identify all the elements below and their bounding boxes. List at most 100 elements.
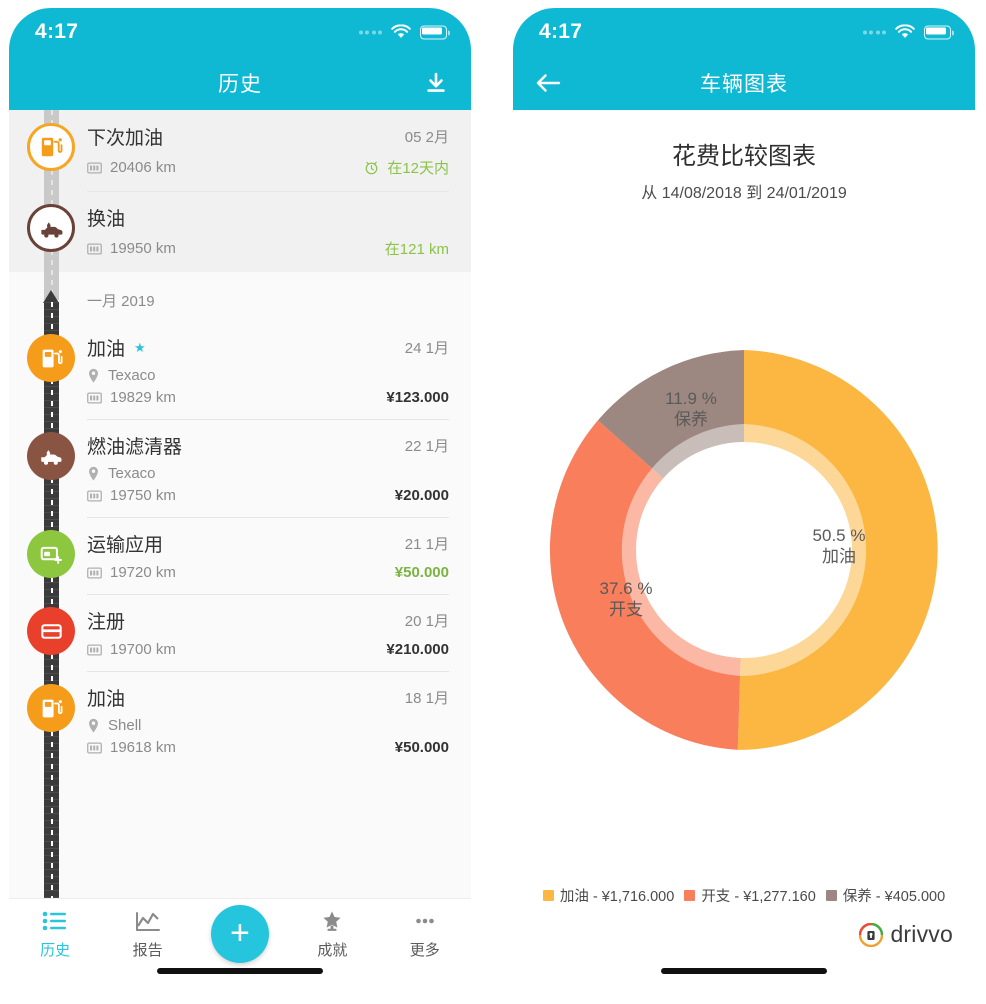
chart-subtitle: 从 14/08/2018 到 24/01/2019 xyxy=(641,185,847,202)
odometer-info: 19720 km xyxy=(87,564,176,581)
odometer-icon xyxy=(87,391,102,404)
slice-label-percent-maintenance: 11.9 % xyxy=(665,389,717,408)
plus-icon[interactable]: + xyxy=(210,905,269,963)
donut-hole xyxy=(636,442,852,658)
list-item-date: 05 2月 xyxy=(404,129,449,146)
entry-amount: ¥210.000 xyxy=(386,641,449,658)
list-item-title: 注册 xyxy=(87,612,126,633)
list-item-title: 换油 xyxy=(87,209,126,230)
list-item-date: 20 1月 xyxy=(404,613,449,630)
odometer-icon xyxy=(87,643,102,656)
list-item-title: 加油 xyxy=(87,689,126,710)
list-item-date: 24 1月 xyxy=(404,340,449,357)
odometer-info: 19950 km xyxy=(87,240,176,257)
chart-title: 花费比较图表 xyxy=(672,143,816,170)
arrow-left-icon[interactable] xyxy=(531,66,565,100)
place-info: Texaco xyxy=(87,367,156,384)
list-item[interactable]: 运输应用 21 1月 19720 km ¥50.000 xyxy=(9,517,471,594)
nav-item-achievements[interactable]: 成就 xyxy=(290,910,374,960)
fuel-pump-icon xyxy=(27,123,75,171)
nav-item-reports[interactable]: 报告 xyxy=(106,910,190,960)
slice-label-percent-fuel: 50.5 % xyxy=(813,526,866,545)
brand-name: drivvo xyxy=(890,921,953,947)
list-item-title: 下次加油 xyxy=(87,128,164,149)
odometer-info: 19618 km xyxy=(87,739,176,756)
list-item-date: 18 1月 xyxy=(404,690,449,707)
screenshot-stage: 4:17 历史 下次加油 05 2月 20406 km 在12天内 换油 199… xyxy=(0,0,986,1004)
location-pin-icon xyxy=(89,368,98,383)
status-indicators xyxy=(358,24,451,40)
row-divider xyxy=(87,419,449,420)
nav-label: 历史 xyxy=(40,942,71,959)
more-dots-icon xyxy=(415,918,434,924)
chart-legend: 加油 - ¥1,716.000 开支 - ¥1,277.160 保养 - ¥40… xyxy=(527,885,961,906)
list-item-title: 加油 ★ xyxy=(87,334,146,361)
page-title: 车辆图表 xyxy=(700,73,788,96)
slice-label-name-expense: 开支 xyxy=(609,600,643,619)
signal-dots-icon xyxy=(358,30,382,34)
download-icon[interactable] xyxy=(419,66,453,100)
status-time: 4:17 xyxy=(539,20,583,43)
chart-line-icon xyxy=(135,912,160,931)
legend-swatch-maintenance xyxy=(825,890,837,901)
odometer-icon xyxy=(87,161,102,174)
odometer-info: 19700 km xyxy=(87,641,176,658)
registration-card-icon xyxy=(27,607,75,655)
list-item[interactable]: 加油 ★ 24 1月 Texaco 19829 km ¥123.000 xyxy=(9,321,471,419)
place-info: Texaco xyxy=(87,465,156,482)
upcoming-reminders-block: 下次加油 05 2月 20406 km 在12天内 换油 19950 km 在1… xyxy=(9,110,471,272)
list-item[interactable]: 注册 20 1月 19700 km ¥210.000 xyxy=(9,594,471,671)
legend-swatch-fuel xyxy=(542,890,554,901)
legend-label: 加油 - ¥1,716.000 xyxy=(559,889,675,905)
history-screen-body: 下次加油 05 2月 20406 km 在12天内 换油 19950 km 在1… xyxy=(9,110,471,988)
nav-item-history[interactable]: 历史 xyxy=(13,910,97,960)
phone-left-history: 4:17 历史 下次加油 05 2月 20406 km 在12天内 换油 199… xyxy=(9,8,471,988)
entry-amount: ¥50.000 xyxy=(394,564,449,581)
location-pin-icon xyxy=(89,718,98,733)
place-name: Texaco xyxy=(108,367,156,384)
fuel-pump-icon xyxy=(27,334,75,382)
odometer-value: 19700 km xyxy=(110,641,176,658)
status-bar-left: 4:17 xyxy=(9,8,471,56)
nav-item-more[interactable]: 更多 xyxy=(383,910,467,960)
donut-chart-svg: 50.5 % 加油 37.6 % 开支 11.9 % 保养 xyxy=(549,350,938,750)
wifi-icon xyxy=(895,24,915,40)
history-list[interactable]: 下次加油 05 2月 20406 km 在12天内 换油 19950 km 在1… xyxy=(9,110,471,922)
row-divider xyxy=(87,517,449,518)
list-item-date: 21 1月 xyxy=(404,536,449,553)
fuel-pump-icon xyxy=(27,684,75,732)
status-indicators xyxy=(862,24,955,40)
odometer-icon xyxy=(87,741,102,754)
slice-label-name-maintenance: 保养 xyxy=(674,410,708,429)
list-item[interactable]: 下次加油 05 2月 20406 km 在12天内 xyxy=(9,110,471,191)
star-icon: ★ xyxy=(134,339,146,355)
reminder-status: 在12天内 xyxy=(364,157,449,178)
list-item-title: 燃油滤清器 xyxy=(87,437,183,458)
odometer-info: 19750 km xyxy=(87,487,176,504)
add-entry-button[interactable]: + xyxy=(198,905,282,968)
list-item[interactable]: 换油 19950 km 在121 km xyxy=(9,191,471,272)
list-item[interactable]: 燃油滤清器 22 1月 Texaco 19750 km ¥20.000 xyxy=(9,419,471,517)
place-info: Shell xyxy=(87,717,141,734)
legend-label: 开支 - ¥1,277.160 xyxy=(701,889,816,905)
oil-change-icon xyxy=(27,204,75,252)
list-item-title: 运输应用 xyxy=(87,535,164,556)
nav-label: 成就 xyxy=(317,942,348,959)
legend-item: 开支 - ¥1,277.160 xyxy=(684,885,816,906)
odometer-icon xyxy=(87,489,102,502)
odometer-icon xyxy=(87,242,102,255)
status-time: 4:17 xyxy=(35,20,79,43)
list-item[interactable]: 加油 18 1月 Shell 19618 km ¥50.000 xyxy=(9,671,471,769)
odometer-value: 19950 km xyxy=(110,240,176,257)
battery-icon xyxy=(924,25,955,39)
month-header: 一月 2019 xyxy=(87,293,155,310)
place-name: Texaco xyxy=(108,465,156,482)
legend-item: 加油 - ¥1,716.000 xyxy=(542,885,675,906)
row-divider xyxy=(87,671,449,672)
home-indicator xyxy=(661,968,827,974)
odometer-value: 19720 km xyxy=(110,564,176,581)
reminder-status-text: 在12天内 xyxy=(387,160,449,177)
phone-right-chart: 4:17 车辆图表 花费比较图表 从 14/08/2018 到 24/01/20… xyxy=(513,8,975,988)
wifi-icon xyxy=(391,24,411,40)
entry-amount: ¥50.000 xyxy=(394,739,449,756)
